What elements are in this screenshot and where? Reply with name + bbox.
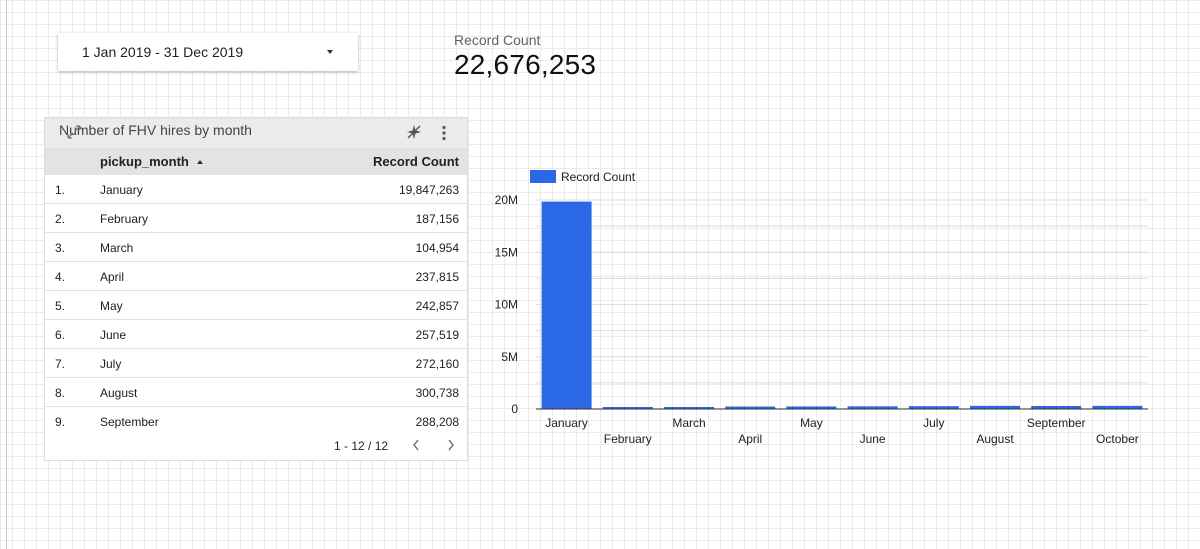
table-row[interactable]: 3. March 104,954 xyxy=(45,233,467,262)
row-count: 242,857 xyxy=(415,299,459,313)
x-tick-label: October xyxy=(1096,432,1139,446)
dropdown-caret-icon[interactable] xyxy=(327,50,333,54)
collapse-arrows-icon[interactable] xyxy=(67,125,81,139)
scorecard-label: Record Count xyxy=(454,32,541,48)
row-index: 7. xyxy=(55,357,66,371)
table-row[interactable]: 6. June 257,519 xyxy=(45,320,467,349)
row-count: 257,519 xyxy=(415,328,459,342)
row-count: 104,954 xyxy=(415,241,459,255)
row-count: 272,160 xyxy=(415,357,459,371)
x-tick-label: May xyxy=(800,416,823,430)
row-count: 187,156 xyxy=(415,212,459,226)
row-index: 4. xyxy=(55,270,66,284)
y-tick-label: 20M xyxy=(495,193,518,207)
table-title-bar: Number of FHV hires by month xyxy=(45,118,467,148)
row-count: 19,847,263 xyxy=(398,183,459,197)
row-month: April xyxy=(100,270,125,284)
table-pagination: 1 - 12 / 12 xyxy=(45,437,467,457)
row-index: 2. xyxy=(55,212,66,226)
row-index: 8. xyxy=(55,386,66,400)
column-header-record-count[interactable]: Record Count xyxy=(373,154,459,169)
x-tick-label: March xyxy=(672,416,705,430)
sparkle-icon[interactable] xyxy=(406,124,422,140)
table-row[interactable]: 1. January 19,847,263 xyxy=(45,175,467,204)
x-tick-label: April xyxy=(738,432,762,446)
hires-by-month-table[interactable]: Number of FHV hires by month pickup_mont… xyxy=(44,117,468,461)
table-row[interactable]: 9. September 288,208 xyxy=(45,407,467,436)
x-tick-label: September xyxy=(1027,416,1086,430)
date-range-label: 1 Jan 2019 - 31 Dec 2019 xyxy=(82,44,244,60)
table-row[interactable]: 4. April 237,815 xyxy=(45,262,467,291)
record-count-scorecard[interactable]: Record Count 22,676,253 xyxy=(454,32,596,81)
table-header-row: pickup_month Record Count xyxy=(45,148,467,175)
row-month: March xyxy=(100,241,134,255)
more-options-icon[interactable] xyxy=(439,125,449,141)
table-row[interactable]: 8. August 300,738 xyxy=(45,378,467,407)
x-tick-label: June xyxy=(860,432,886,446)
row-index: 1. xyxy=(55,183,66,197)
row-month: January xyxy=(100,183,143,197)
row-index: 5. xyxy=(55,299,66,313)
sort-ascending-icon[interactable] xyxy=(197,160,203,164)
row-count: 288,208 xyxy=(415,415,459,429)
row-index: 9. xyxy=(55,415,66,429)
date-range-control[interactable]: 1 Jan 2019 - 31 Dec 2019 xyxy=(58,33,358,71)
chevron-left-icon[interactable] xyxy=(411,438,421,452)
column-header-pickup-month[interactable]: pickup_month xyxy=(100,154,189,169)
row-month: June xyxy=(100,328,127,342)
y-tick-label: 0 xyxy=(511,402,518,416)
y-tick-label: 15M xyxy=(495,245,518,259)
table-title: Number of FHV hires by month xyxy=(59,122,252,138)
y-tick-label: 5M xyxy=(501,350,518,364)
x-tick-label: July xyxy=(923,416,944,430)
table-row[interactable]: 7. July 272,160 xyxy=(45,349,467,378)
row-month: July xyxy=(100,357,122,371)
row-count: 237,815 xyxy=(415,270,459,284)
canvas-left-edge xyxy=(6,0,7,549)
row-index: 3. xyxy=(55,241,66,255)
row-count: 300,738 xyxy=(415,386,459,400)
row-month: May xyxy=(100,299,123,313)
y-tick-label: 10M xyxy=(495,298,518,312)
page-range-label: 1 - 12 / 12 xyxy=(334,439,389,453)
x-tick-label: August xyxy=(976,432,1014,446)
table-body: 1. January 19,847,263 2. February 187,15… xyxy=(45,175,467,436)
x-tick-label: January xyxy=(545,416,588,430)
table-row[interactable]: 2. February 187,156 xyxy=(45,204,467,233)
bar-january[interactable] xyxy=(541,201,592,409)
row-index: 6. xyxy=(55,328,66,342)
chevron-right-icon[interactable] xyxy=(446,438,456,452)
table-row[interactable]: 5. May 242,857 xyxy=(45,291,467,320)
row-month: September xyxy=(100,415,159,429)
monthly-bar-chart[interactable]: 0 5M 10M 15M 20M January February March April May… xyxy=(488,160,1160,460)
row-month: August xyxy=(100,386,138,400)
x-tick-label: February xyxy=(604,432,652,446)
row-month: February xyxy=(100,212,149,226)
scorecard-value: 22,676,253 xyxy=(454,49,597,80)
